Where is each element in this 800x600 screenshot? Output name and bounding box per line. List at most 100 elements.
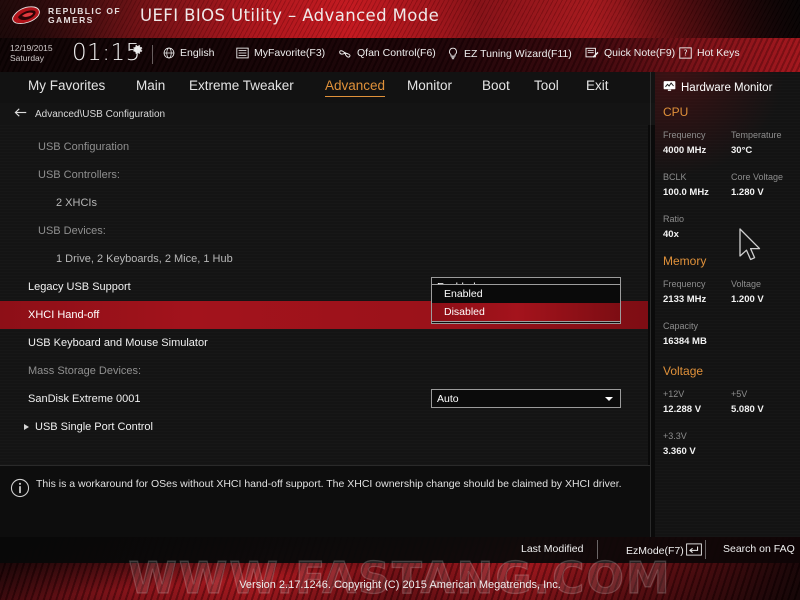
row-sandisk-extreme[interactable]: SanDisk Extreme 0001 Auto [0,385,648,413]
footer-ezmode-label: EzMode(F7) [626,545,684,557]
hm-value-33v: 3.360 V [663,446,696,457]
info-usb-controllers: USB Controllers: [0,161,648,189]
hm-key-33v: +3.3V [663,431,687,441]
top-toolbar: 12/19/2015 Saturday 01:15 English MyFavo… [0,38,800,72]
row-usb-keyboard-mouse-simulator[interactable]: USB Keyboard and Mouse Simulator [0,329,648,357]
chevron-down-icon [605,396,613,401]
hm-key-memory-frequency: Frequency [663,279,706,289]
toolbar-separator [152,45,153,64]
hm-value-cpu-frequency: 4000 MHz [663,145,707,156]
footer: WWW.FASTANG.COM Last Modified EzMode(F7)… [0,537,800,600]
date-value: 12/19/2015 [10,43,53,53]
toolbar-item-hot-keys[interactable]: ? Hot Keys [679,47,740,59]
select-value-sandisk-extreme: Auto [437,392,459,405]
tab-exit[interactable]: Exit [586,76,609,97]
label-usb-device-list: 1 Drive, 2 Keyboards, 2 Mice, 1 Hub [56,253,233,265]
back-arrow-icon[interactable] [14,105,28,123]
footer-separator [705,540,706,559]
toolbar-item-qfan-control[interactable]: Qfan Control(F6) [338,47,436,59]
label-usb-configuration: USB Configuration [38,141,130,153]
hm-key-core-voltage: Core Voltage [731,172,784,182]
hm-value-12v: 12.288 V [663,404,702,415]
toolbar-item-language[interactable]: English [163,47,214,59]
rog-logo: REPUBLIC OF GAMERS [12,5,121,27]
hm-key-5v: +5V [731,389,748,399]
label-usb-single-port-control: USB Single Port Control [35,421,153,433]
page-title: UEFI BIOS Utility – Advanced Mode [140,6,440,25]
dropdown-menu-xhci-hand-off[interactable]: Enabled Disabled [431,284,621,322]
footer-last-modified[interactable]: Last Modified [521,543,583,555]
tab-boot[interactable]: Boot [482,76,510,97]
info-usb-devices: USB Devices: [0,217,648,245]
hm-key-12v: +12V [663,389,685,399]
label-legacy-usb-support: Legacy USB Support [28,281,131,293]
footer-version: Version 2.17.1246. Copyright (C) 2015 Am… [239,579,561,591]
info-xhci-count: 2 XHCIs [0,189,648,217]
tab-tool[interactable]: Tool [534,76,559,97]
note-icon [585,47,599,59]
chevron-right-icon [24,424,29,430]
rog-line-2: GAMERS [48,15,94,25]
main-tab-bar: My Favorites Main Extreme Tweaker Advanc… [0,72,655,103]
hm-value-memory-capacity: 16384 MB [663,336,707,347]
toolbar-label-hot-keys: Hot Keys [697,47,740,59]
hm-key-memory-capacity: Capacity [663,321,699,331]
hm-value-memory-frequency: 2133 MHz [663,294,707,305]
hm-value-bclk: 100.0 MHz [663,187,709,198]
hm-key-ratio: Ratio [663,214,685,224]
dropdown-option-disabled[interactable]: Disabled [432,303,620,321]
question-key-icon: ? [679,47,692,59]
label-usb-devices: USB Devices: [38,225,106,237]
toolbar-item-quick-note[interactable]: Quick Note(F9) [585,47,675,59]
hm-key-cpu-frequency: Frequency [663,130,706,140]
panel-divider [650,72,651,537]
label-usb-controllers: USB Controllers: [38,169,120,181]
tab-main[interactable]: Main [136,76,165,97]
label-xhci-hand-off: XHCI Hand-off [28,309,100,321]
label-xhci-count: 2 XHCIs [56,197,97,209]
footer-search-on-faq[interactable]: Search on FAQ [723,543,795,555]
fan-icon [338,47,352,59]
footer-ezmode[interactable]: EzMode(F7) [626,543,702,559]
help-bar: This is a workaround for OSes without XH… [0,465,650,537]
toolbar-item-ez-tuning-wizard[interactable]: EZ Tuning Wizard(F11) [447,47,572,60]
hm-key-cpu-temperature: Temperature [731,130,782,140]
label-usb-keyboard-mouse-simulator: USB Keyboard and Mouse Simulator [28,337,208,349]
tab-my-favorites[interactable]: My Favorites [28,76,105,97]
footer-separator [597,540,598,559]
row-usb-single-port-control[interactable]: USB Single Port Control [0,413,648,441]
rog-eye-icon [12,5,42,27]
rog-wordmark: REPUBLIC OF GAMERS [48,7,121,24]
info-mass-storage-devices: Mass Storage Devices: [0,357,648,385]
info-usb-configuration: USB Configuration [0,133,648,161]
monitor-icon [663,80,676,95]
bulb-icon [447,47,459,60]
hm-value-5v: 5.080 V [731,404,764,415]
label-mass-storage-devices: Mass Storage Devices: [28,365,142,377]
breadcrumb: Advanced\USB Configuration [0,103,655,125]
toolbar-label-quick-note: Quick Note(F9) [604,47,676,59]
label-sandisk-extreme: SanDisk Extreme 0001 [28,393,141,405]
breadcrumb-path: Advanced\USB Configuration [35,108,166,120]
list-icon [236,47,249,59]
toolbar-item-myfavorite[interactable]: MyFavorite(F3) [236,47,325,59]
app-header: REPUBLIC OF GAMERS UEFI BIOS Utility – A… [0,0,800,38]
hm-key-bclk: BCLK [663,172,687,182]
system-date: 12/19/2015 Saturday [10,43,53,63]
gear-icon[interactable] [131,43,144,61]
tab-monitor[interactable]: Monitor [407,76,452,97]
select-sandisk-extreme[interactable]: Auto [431,389,621,408]
tab-advanced[interactable]: Advanced [325,76,386,97]
hardware-monitor-title: Hardware Monitor [663,80,772,95]
hm-section-cpu: CPU [663,105,689,119]
tab-extreme-tweaker[interactable]: Extreme Tweaker [189,76,294,97]
info-usb-device-list: 1 Drive, 2 Keyboards, 2 Mice, 1 Hub [0,245,648,273]
hardware-monitor-label: Hardware Monitor [681,81,773,94]
help-text: This is a workaround for OSes without XH… [36,478,622,490]
weekday-value: Saturday [10,52,45,63]
svg-text:?: ? [683,49,687,58]
toolbar-label-myfavorite: MyFavorite(F3) [254,47,326,59]
enter-key-icon [685,543,702,559]
hm-value-core-voltage: 1.280 V [731,187,764,198]
dropdown-option-enabled[interactable]: Enabled [432,285,620,303]
